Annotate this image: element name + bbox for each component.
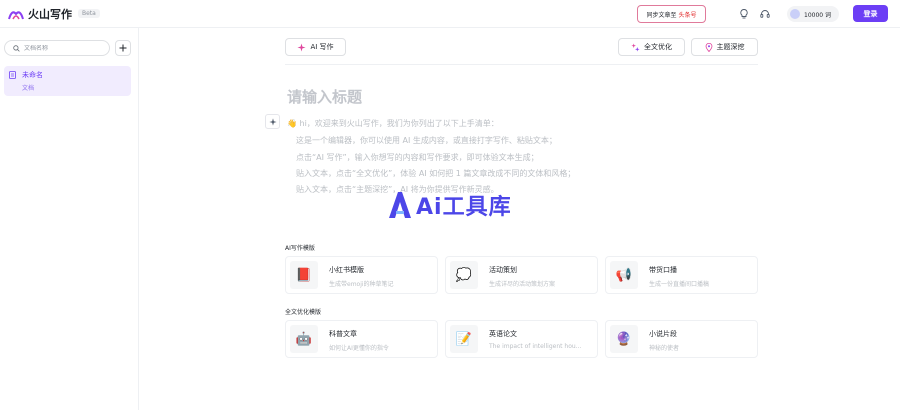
doc-search[interactable] (4, 40, 110, 56)
ai-template-section-label: AI写作模版 (285, 245, 315, 252)
ai-sparkle-icon (297, 42, 307, 52)
intro-line-2: 这是一个编辑器，你可以使用 AI 生成内容，或直接打字写作、粘贴文本； (296, 136, 557, 145)
document-title: 未命名 (22, 71, 43, 79)
card-title: 小说片段 (649, 330, 677, 338)
card-desc: 神秘的使者 (649, 345, 680, 352)
lightbulb-icon[interactable] (738, 8, 750, 20)
intro-line-4: 贴入文本，点击“全文优化”，体验 AI 如何把 1 篇文章改成不同的文体和风格； (296, 169, 576, 178)
watermark-text: Ai工具库 (416, 195, 512, 220)
crystal-ball-icon: 🔮 (610, 325, 638, 353)
full-optimize-label: 全文优化 (644, 43, 672, 51)
sync-label: 同步文章至 (646, 11, 677, 19)
memo-icon: 📝 (450, 325, 478, 353)
optimize-template-section-label: 全文优化模版 (285, 309, 322, 316)
login-button[interactable]: 登录 (853, 5, 888, 22)
sync-target: 头条号 (678, 11, 697, 19)
card-title: 小红书模版 (329, 266, 364, 274)
logo-icon (8, 10, 24, 19)
card-desc: The impact of intelligent hou... (489, 343, 582, 350)
document-subtitle: 文档 (22, 85, 35, 92)
toolbar-divider (285, 64, 758, 65)
sync-toutiao-button[interactable]: 同步文章至 头条号 (637, 5, 706, 23)
credits-value: 10000 词 (804, 11, 831, 19)
document-item[interactable]: 未命名 文档 (4, 66, 131, 96)
watermark: Ai工具库 (387, 189, 512, 221)
card-title: 带货口播 (649, 266, 677, 274)
template-card-event-plan[interactable]: 💭 活动策划 生成详尽的活动策划方案 (445, 256, 598, 294)
megaphone-icon: 📢 (610, 261, 638, 289)
intro-line-1: 👋 hi，欢迎来到火山写作，我们为你列出了以下上手清单： (287, 119, 499, 128)
card-title: 英语论文 (489, 330, 517, 338)
template-card-livestream[interactable]: 📢 带货口播 生成一份直播间口播稿 (605, 256, 758, 294)
template-card-english-paper[interactable]: 📝 英语论文 The impact of intelligent hou... (445, 320, 598, 358)
sidebar: 未命名 文档 (0, 28, 139, 410)
ai-write-button[interactable]: AI 写作 (285, 38, 346, 56)
document-icon (9, 71, 16, 79)
top-bar: 火山写作 Beta 同步文章至 头条号 10000 词 登录 (0, 0, 900, 28)
app-name: 火山写作 (28, 7, 72, 21)
support-icon[interactable] (759, 8, 771, 20)
location-pin-icon (705, 42, 712, 52)
search-icon (13, 44, 20, 52)
full-optimize-button[interactable]: 全文优化 (618, 38, 685, 56)
title-placeholder[interactable]: 请输入标题 (287, 86, 362, 107)
card-title: 科普文章 (329, 330, 357, 338)
intro-line-3: 点击“AI 写作”，输入你想写的内容和写作要求，即可体验文本生成； (296, 153, 539, 162)
search-input[interactable] (24, 44, 104, 52)
add-document-button[interactable] (115, 40, 131, 56)
topic-explore-label: 主题深挖 (716, 43, 745, 51)
topic-explore-button[interactable]: 主题深挖 (691, 38, 758, 56)
template-card-popular-science[interactable]: 🤖 科普文章 如何让AI更懂你的指令 (285, 320, 438, 358)
sparkle-icon (268, 117, 277, 126)
credits-balance[interactable]: 10000 词 (787, 6, 839, 22)
template-card-xiaohongshu[interactable]: 📕 小红书模版 生成带emoji的种草笔记 (285, 256, 438, 294)
beta-badge: Beta (78, 9, 100, 18)
watermark-logo-icon (389, 192, 411, 218)
template-card-novel[interactable]: 🔮 小说片段 神秘的使者 (605, 320, 758, 358)
app-logo[interactable]: 火山写作 Beta (8, 6, 100, 22)
ai-write-label: AI 写作 (310, 43, 334, 51)
card-desc: 生成带emoji的种草笔记 (329, 281, 394, 288)
card-desc: 如何让AI更懂你的指令 (329, 345, 389, 352)
credits-icon (790, 9, 800, 19)
inline-ai-button[interactable] (265, 114, 280, 129)
robot-icon: 🤖 (290, 325, 318, 353)
card-title: 活动策划 (489, 266, 517, 274)
optimize-sparkle-icon (631, 42, 640, 52)
thought-bubble-icon: 💭 (450, 261, 478, 289)
card-desc: 生成详尽的活动策划方案 (489, 281, 556, 288)
plus-icon (119, 44, 127, 52)
card-desc: 生成一份直播间口播稿 (649, 281, 710, 288)
red-book-icon: 📕 (290, 261, 318, 289)
